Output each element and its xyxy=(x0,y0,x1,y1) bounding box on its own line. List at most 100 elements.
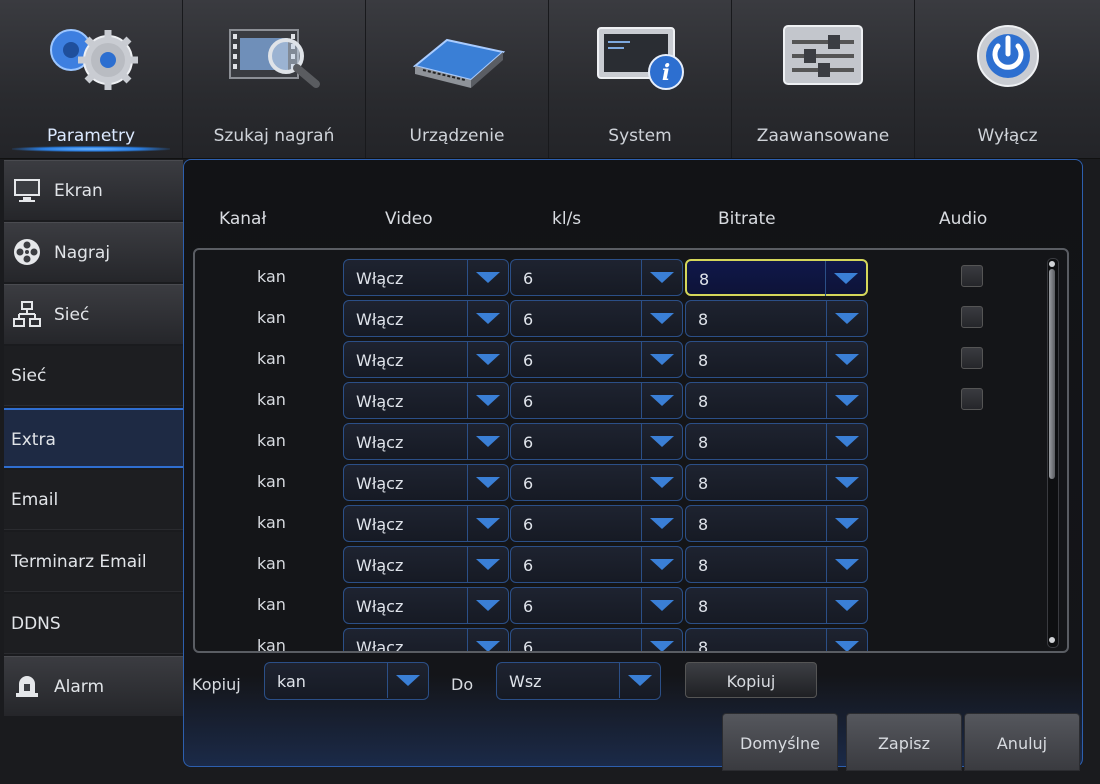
sidebar-sub-ddns[interactable]: DDNS xyxy=(4,594,183,654)
sidebar-item-siec[interactable]: Sieć xyxy=(4,284,183,344)
copy-from-value: kan xyxy=(277,672,306,691)
fps-select[interactable]: 6 xyxy=(510,341,683,378)
table-row: kan Włącz 6 8 xyxy=(195,298,1067,339)
video-value: Włącz xyxy=(356,310,404,329)
default-button[interactable]: Domyślne xyxy=(722,713,838,771)
sidebar-item-ekran[interactable]: Ekran xyxy=(4,160,183,220)
audio-checkbox[interactable] xyxy=(961,347,983,369)
fps-select[interactable]: 6 xyxy=(510,546,683,583)
bitrate-select[interactable]: 8 xyxy=(685,464,868,501)
table-scrollbar[interactable] xyxy=(1047,258,1059,648)
table-row: kan Włącz 6 8 xyxy=(195,257,1067,298)
alarm-icon xyxy=(16,676,38,697)
scroll-up-icon[interactable] xyxy=(1049,261,1055,267)
fps-select[interactable]: 6 xyxy=(510,423,683,460)
video-select[interactable]: Włącz xyxy=(343,300,509,337)
bitrate-select[interactable]: 8 xyxy=(685,382,868,419)
fps-select[interactable]: 6 xyxy=(510,300,683,337)
video-select[interactable]: Włącz xyxy=(343,341,509,378)
video-value: Włącz xyxy=(356,515,404,534)
tab-label: Parametry xyxy=(46,126,136,146)
video-select[interactable]: Włącz xyxy=(343,423,509,460)
channel-name: kan xyxy=(257,636,286,653)
audio-checkbox[interactable] xyxy=(961,306,983,328)
channel-name: kan xyxy=(257,595,286,614)
audio-checkbox[interactable] xyxy=(961,388,983,410)
video-select[interactable]: Włącz xyxy=(343,382,509,419)
sidebar-item-label: Extra xyxy=(11,430,56,450)
video-value: Włącz xyxy=(356,556,404,575)
chevron-down-icon xyxy=(641,506,682,541)
chevron-down-icon xyxy=(641,547,682,582)
video-value: Włącz xyxy=(356,474,404,493)
chevron-down-icon xyxy=(641,588,682,623)
save-button[interactable]: Zapisz xyxy=(846,713,962,771)
sidebar-item-alarm[interactable]: Alarm xyxy=(4,656,183,716)
copy-to-select[interactable]: Wsz xyxy=(496,662,661,700)
fps-select[interactable]: 6 xyxy=(510,505,683,542)
video-value: Włącz xyxy=(356,351,404,370)
bitrate-select[interactable]: 8 xyxy=(685,587,868,624)
fps-value: 6 xyxy=(523,638,534,653)
chevron-down-icon xyxy=(467,424,508,459)
bitrate-select[interactable]: 8 xyxy=(685,505,868,542)
tab-label: Urządzenie xyxy=(409,126,505,146)
sidebar-sub-terminarz-email[interactable]: Terminarz Email xyxy=(4,532,183,592)
bitrate-value: 8 xyxy=(698,392,709,411)
bitrate-select[interactable]: 8 xyxy=(685,341,868,378)
sidebar-item-label: Nagraj xyxy=(54,243,111,263)
video-select[interactable]: Włącz xyxy=(343,464,509,501)
copy-to-label: Do xyxy=(451,675,474,694)
video-select[interactable]: Włącz xyxy=(343,259,509,296)
chevron-down-icon xyxy=(467,588,508,623)
sidebar-sub-siec[interactable]: Sieć xyxy=(4,346,183,406)
cancel-button[interactable]: Anuluj xyxy=(964,713,1080,771)
video-value: Włącz xyxy=(356,638,404,653)
table-row: kan Włącz 6 8 xyxy=(195,585,1067,626)
tab-zaawansowane[interactable]: Zaawansowane xyxy=(732,0,915,158)
sidebar-sub-extra[interactable]: Extra xyxy=(4,408,183,468)
column-header-bitrate: Bitrate xyxy=(718,209,776,229)
copy-from-select[interactable]: kan xyxy=(264,662,429,700)
scrollbar-thumb[interactable] xyxy=(1049,269,1055,479)
video-select[interactable]: Włącz xyxy=(343,505,509,542)
bitrate-select[interactable]: 8 xyxy=(685,423,868,460)
chevron-down-icon xyxy=(641,629,682,651)
channel-name: kan xyxy=(257,472,286,491)
sidebar-item-nagraj[interactable]: Nagraj xyxy=(4,222,183,282)
tab-urzadzenie[interactable]: Urządzenie xyxy=(366,0,549,158)
video-select[interactable]: Włącz xyxy=(343,628,509,653)
fps-select[interactable]: 6 xyxy=(510,628,683,653)
channel-name: kan xyxy=(257,349,286,368)
channel-name: kan xyxy=(257,513,286,532)
fps-select[interactable]: 6 xyxy=(510,382,683,419)
tab-system[interactable]: i System xyxy=(549,0,732,158)
fps-value: 6 xyxy=(523,597,534,616)
copy-button[interactable]: Kopiuj xyxy=(685,662,817,698)
tab-wylacz[interactable]: Wyłącz xyxy=(915,0,1100,158)
bitrate-select[interactable]: 8 xyxy=(685,628,868,651)
chevron-down-icon xyxy=(467,506,508,541)
scroll-down-icon[interactable] xyxy=(1049,637,1055,643)
sidebar-sub-email[interactable]: Email xyxy=(4,470,183,530)
bitrate-select[interactable]: 8 xyxy=(685,300,868,337)
column-header-video: Video xyxy=(385,209,433,229)
audio-checkbox[interactable] xyxy=(961,265,983,287)
bitrate-select[interactable]: 8 xyxy=(685,259,868,296)
sidebar-item-label: Sieć xyxy=(11,366,47,386)
video-value: Włącz xyxy=(356,433,404,452)
bitrate-select[interactable]: 8 xyxy=(685,546,868,583)
fps-select[interactable]: 6 xyxy=(510,464,683,501)
tab-szukaj-nagran[interactable]: Szukaj nagrań xyxy=(183,0,366,158)
fps-select[interactable]: 6 xyxy=(510,587,683,624)
chevron-down-icon xyxy=(826,424,867,459)
video-select[interactable]: Włącz xyxy=(343,546,509,583)
channel-name: kan xyxy=(257,390,286,409)
fps-select[interactable]: 6 xyxy=(510,259,683,296)
sidebar: Ekran Nagraj Sieć Sieć Extra Email Termi… xyxy=(4,160,183,718)
tab-parametry[interactable]: Parametry xyxy=(0,0,183,158)
fps-value: 6 xyxy=(523,474,534,493)
chevron-down-icon xyxy=(619,663,660,698)
video-select[interactable]: Włącz xyxy=(343,587,509,624)
tab-label: Wyłącz xyxy=(977,126,1038,146)
